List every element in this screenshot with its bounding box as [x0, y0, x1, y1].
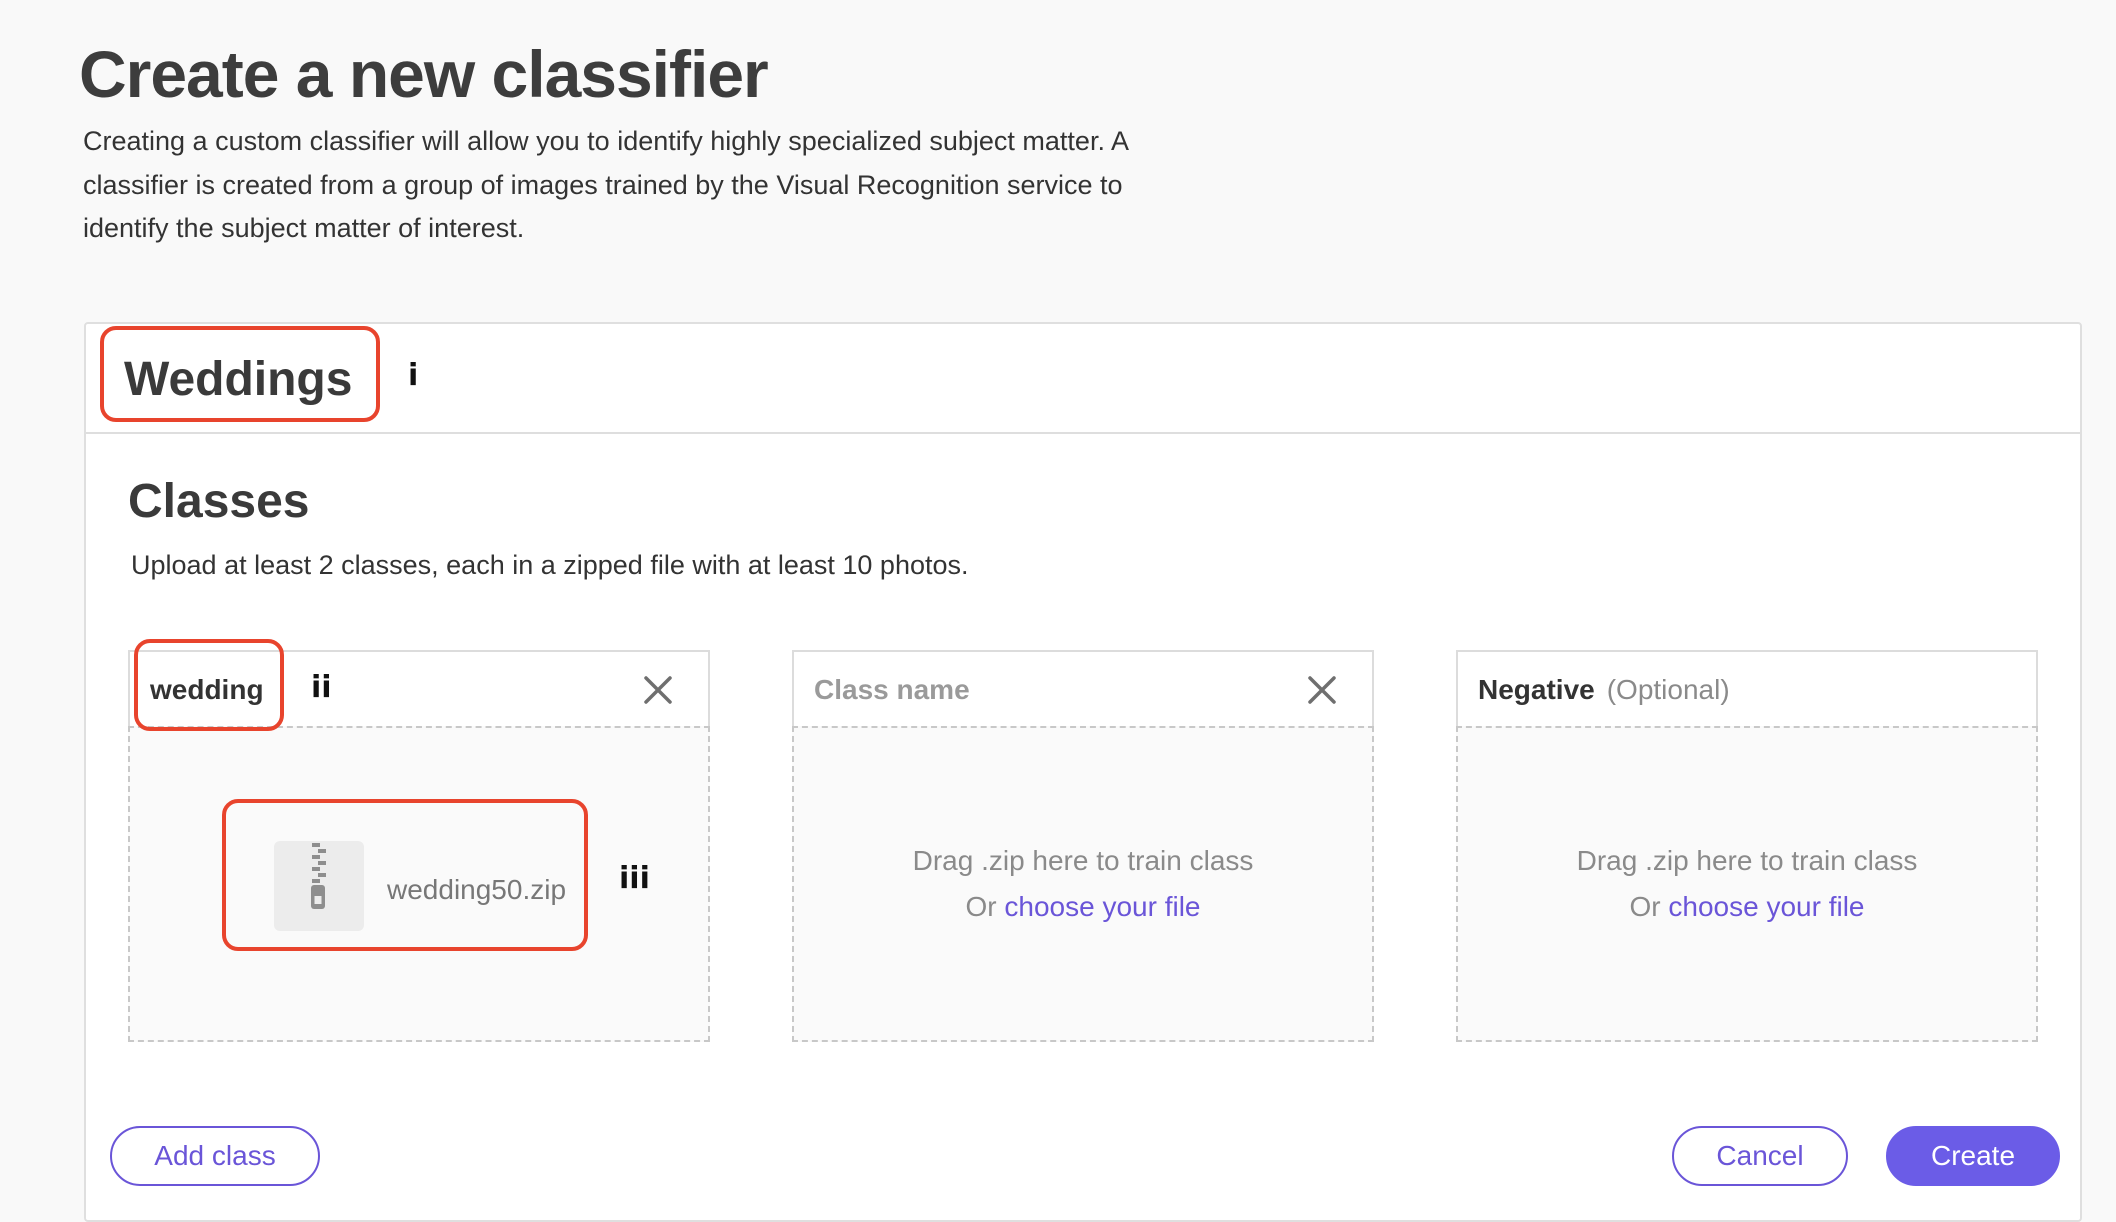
create-button[interactable]: Create [1886, 1126, 2060, 1186]
class-dropzone[interactable]: Drag .zip here to train class Or choose … [792, 726, 1374, 1042]
classes-heading: Classes [128, 475, 310, 528]
or-text: Or [1629, 891, 1661, 922]
optional-label: (Optional) [1606, 674, 1730, 705]
cancel-button[interactable]: Cancel [1672, 1126, 1848, 1186]
close-icon[interactable] [640, 672, 676, 708]
annotation-marker: i [408, 358, 419, 393]
intro-line: Creating a custom classifier will allow … [83, 126, 1129, 156]
page-title: Create a new classifier [79, 37, 769, 111]
class-card-negative: Negative (Optional) Drag .zip here to tra… [1456, 650, 2038, 1042]
choose-file-link[interactable]: choose your file [1004, 891, 1200, 922]
negative-class-label: Negative (Optional) [1478, 674, 1730, 706]
annotation-box-classifier-name [100, 326, 380, 422]
annotation-marker: ii [311, 670, 332, 705]
class-name-input[interactable]: Class name [814, 674, 970, 706]
class-card-empty: Class name Drag .zip here to train class… [792, 650, 1374, 1042]
dropzone-instructions: Drag .zip here to train class Or choose … [1458, 838, 2036, 930]
classes-description: Upload at least 2 classes, each in a zip… [131, 550, 969, 580]
class-header: Class name [792, 650, 1374, 726]
intro-line: identify the subject matter of interest. [83, 213, 525, 243]
add-class-button[interactable]: Add class [110, 1126, 320, 1186]
annotation-box-class-name [134, 639, 284, 731]
page-description: Creating a custom classifier will allow … [83, 120, 1203, 251]
intro-line: classifier is created from a group of im… [83, 169, 1123, 200]
drop-hint: Drag .zip here to train class [912, 845, 1254, 876]
choose-file-line: Or choose your file [1458, 884, 2036, 930]
or-text: Or [965, 891, 997, 922]
annotation-marker: iii [619, 861, 650, 896]
drop-hint: Drag .zip here to train class [1576, 845, 1918, 876]
choose-file-link[interactable]: choose your file [1668, 891, 1864, 922]
classifier-card: Weddings Classes Upload at least 2 class… [84, 322, 2082, 1222]
negative-label: Negative [1478, 674, 1595, 705]
choose-file-line: Or choose your file [794, 884, 1372, 930]
classifier-header: Weddings [86, 324, 2080, 434]
class-header: Negative (Optional) [1456, 650, 2038, 726]
close-icon[interactable] [1304, 672, 1340, 708]
class-dropzone[interactable]: Drag .zip here to train class Or choose … [1456, 726, 2038, 1042]
dropzone-instructions: Drag .zip here to train class Or choose … [794, 838, 1372, 930]
annotation-box-zip-file [222, 799, 588, 951]
